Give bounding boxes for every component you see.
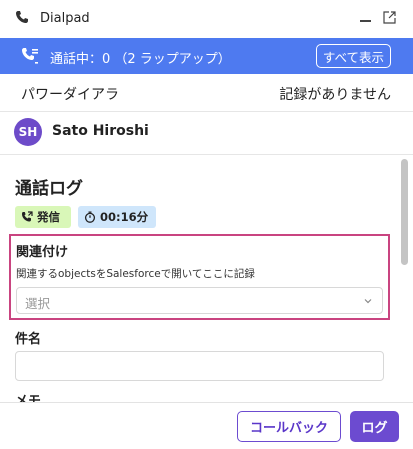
power-dialer-row[interactable]: パワーダイアラ 記録がありません <box>0 74 413 112</box>
call-duration-label: 00:16分 <box>100 210 149 224</box>
chevron-down-icon <box>364 299 372 304</box>
active-calls-status: 通話中：0 （2 ラップアップ） <box>50 52 231 67</box>
call-queue-icon <box>22 48 38 64</box>
timer-icon <box>84 211 96 223</box>
outgoing-call-icon <box>22 211 33 222</box>
call-direction-badge: 発信 <box>15 206 71 228</box>
log-button[interactable]: ログ <box>350 411 399 442</box>
avatar: SH <box>14 118 42 146</box>
minimize-icon[interactable] <box>360 20 371 22</box>
scrollbar-thumb[interactable] <box>401 159 408 265</box>
call-duration-badge: 00:16分 <box>78 206 156 228</box>
memo-label: メモ <box>15 394 42 402</box>
show-all-button[interactable]: すべて表示 <box>316 44 391 68</box>
association-select[interactable]: 選択 <box>16 287 383 314</box>
section-title: 通話ログ <box>15 179 83 199</box>
footer-actions: コールバック ログ <box>0 402 413 449</box>
association-select-placeholder: 選択 <box>25 296 51 311</box>
popout-icon[interactable] <box>383 11 396 24</box>
association-section: 関連付け 関連するobjectsをSalesforceで開いてここに記録 選択 <box>9 234 390 320</box>
subject-label: 件名 <box>15 332 42 347</box>
contact-header: SH Sato Hiroshi <box>0 111 413 155</box>
app-title: Dialpad <box>40 11 90 26</box>
active-calls-banner: 通話中：0 （2 ラップアップ） すべて表示 <box>0 38 413 74</box>
subject-field[interactable] <box>15 351 384 381</box>
callback-button[interactable]: コールバック <box>237 411 341 442</box>
power-dialer-label: パワーダイアラ <box>21 87 119 103</box>
phone-icon <box>16 11 28 23</box>
association-heading: 関連付け <box>16 245 69 260</box>
contact-name: Sato Hiroshi <box>52 123 149 139</box>
association-description: 関連するobjectsをSalesforceで開いてここに記録 <box>16 268 255 280</box>
title-bar: Dialpad <box>0 0 413 39</box>
power-dialer-status: 記録がありません <box>279 87 391 103</box>
call-log-panel: 通話ログ 発信 00:16分 関連付け 関連するobjectsをSalesfor… <box>0 154 413 402</box>
call-direction-label: 発信 <box>37 210 60 224</box>
